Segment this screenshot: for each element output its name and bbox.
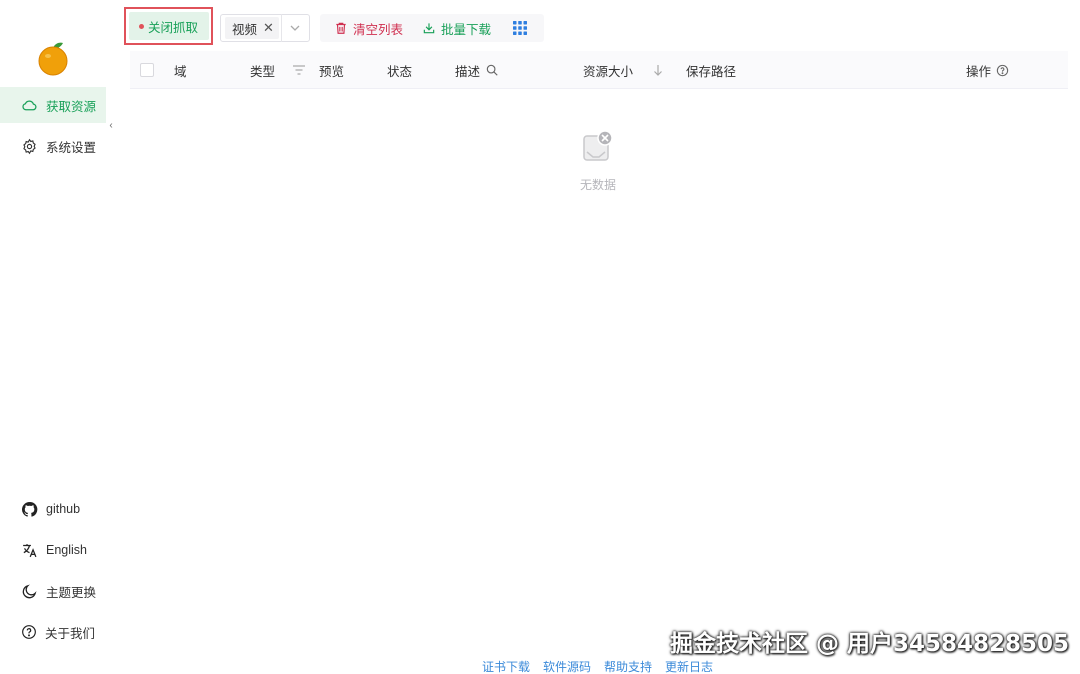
orange-logo-icon xyxy=(37,40,69,76)
batch-download-button[interactable]: 批量下载 xyxy=(412,19,502,38)
column-label: 保存路径 xyxy=(686,64,737,79)
cloud-icon xyxy=(22,99,37,110)
toggle-capture-button[interactable]: 关闭抓取 xyxy=(128,12,209,40)
search-icon[interactable] xyxy=(485,63,499,77)
translate-icon xyxy=(23,543,37,557)
trash-icon xyxy=(336,22,346,34)
column-label: 状态 xyxy=(387,64,413,79)
select-all-checkbox[interactable] xyxy=(140,63,154,77)
help-circle-icon[interactable] xyxy=(996,64,1009,77)
toolbar: 关闭抓取 视频 ✕ 清空列表 批量下载 xyxy=(124,7,544,45)
column-save-path: 保存路径 xyxy=(686,51,736,89)
grid-icon xyxy=(513,21,527,35)
column-label: 预览 xyxy=(319,64,345,79)
action-button-group: 清空列表 批量下载 xyxy=(320,14,544,42)
sidebar-item-label: 获取资源 xyxy=(46,99,97,114)
capture-highlight: 关闭抓取 xyxy=(124,7,213,45)
footer-link-help-support[interactable]: 帮助支持 xyxy=(604,658,652,674)
sidebar-item-get-resources[interactable]: 获取资源 xyxy=(0,87,106,123)
github-icon xyxy=(21,501,38,517)
sidebar-item-label: github xyxy=(46,502,81,516)
sidebar-item-language[interactable]: English xyxy=(0,532,106,568)
gear-icon xyxy=(23,138,36,154)
sidebar-item-theme[interactable]: 主题更换 xyxy=(0,573,106,609)
footer-link-changelog[interactable]: 更新日志 xyxy=(665,658,713,674)
sidebar-item-settings[interactable]: 系统设置 xyxy=(0,128,106,164)
batch-download-label: 批量下载 xyxy=(441,22,492,37)
help-circle-icon xyxy=(22,625,36,639)
column-label: 资源大小 xyxy=(583,64,634,79)
toggle-capture-label: 关闭抓取 xyxy=(147,20,198,35)
empty-inbox-icon xyxy=(583,130,613,161)
column-label: 类型 xyxy=(250,64,276,79)
sort-arrow-down-icon[interactable] xyxy=(652,64,664,76)
empty-state: 无数据 xyxy=(560,130,636,193)
footer-links: 证书下载 软件源码 帮助支持 更新日志 xyxy=(482,658,713,674)
sidebar-item-about[interactable]: 关于我们 xyxy=(0,614,106,650)
sidebar-item-label: 关于我们 xyxy=(45,626,96,641)
sidebar-item-label: 系统设置 xyxy=(46,140,97,155)
sidebar-item-label: English xyxy=(46,543,87,557)
clear-list-button[interactable]: 清空列表 xyxy=(320,19,412,38)
chevron-down-icon[interactable] xyxy=(282,22,309,34)
download-icon xyxy=(423,23,435,34)
column-label: 域 xyxy=(174,64,187,79)
resource-type-select[interactable]: 视频 ✕ xyxy=(220,14,310,42)
remove-tag-close-icon[interactable]: ✕ xyxy=(263,20,274,36)
sidebar-item-github[interactable]: github xyxy=(0,491,106,527)
sidebar-item-label: 主题更换 xyxy=(46,585,97,600)
column-resource-size: 资源大小 xyxy=(583,51,664,89)
filter-icon[interactable] xyxy=(292,64,306,76)
sidebar-collapse-button[interactable]: ‹ xyxy=(106,118,116,132)
table-header: 域 类型 预览 状态 描述 资源大小 保存路径 操作 xyxy=(130,51,1068,89)
sidebar: 获取资源 系统设置 github English 主题更换 关于我们 xyxy=(0,0,110,674)
column-status: 状态 xyxy=(387,51,412,89)
column-label: 操作 xyxy=(966,64,992,79)
selected-type-label: 视频 xyxy=(232,22,258,37)
column-preview: 预览 xyxy=(319,51,344,89)
selected-type-tag: 视频 ✕ xyxy=(225,17,279,39)
clear-list-label: 清空列表 xyxy=(353,22,404,37)
column-label: 描述 xyxy=(455,64,481,79)
empty-text: 无数据 xyxy=(579,178,616,192)
column-actions: 操作 xyxy=(966,51,1009,89)
column-description: 描述 xyxy=(455,51,499,89)
footer-link-certificate-download[interactable]: 证书下载 xyxy=(482,658,530,674)
moon-icon xyxy=(22,584,37,598)
watermark: 掘金技术社区 @ 用户34584828505 xyxy=(670,631,1070,657)
footer-link-source-code[interactable]: 软件源码 xyxy=(543,658,591,674)
column-type: 类型 xyxy=(250,51,306,89)
grid-view-button[interactable] xyxy=(502,21,538,35)
column-domain: 域 xyxy=(174,51,187,89)
capture-status-dot xyxy=(138,23,144,29)
